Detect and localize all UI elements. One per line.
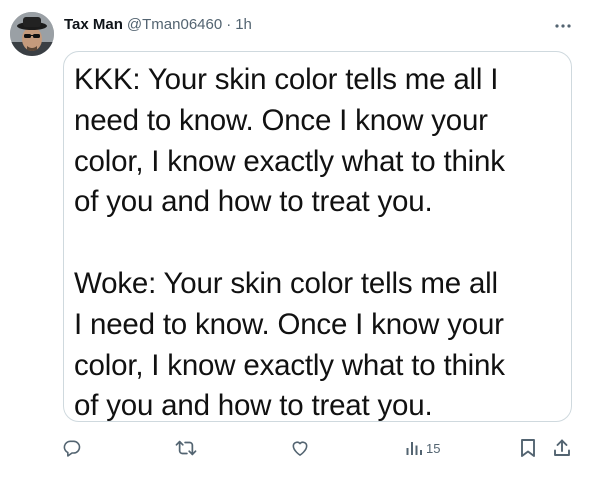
repost-button[interactable] <box>175 436 197 460</box>
image-text-line: need to know. Once I know your <box>74 103 488 137</box>
image-text-line: KKK: Your skin color tells me all I <box>74 63 499 96</box>
tweet-header: Tax Man @Tman06460 · 1h <box>64 14 252 34</box>
image-text: KKK: Your skin color tells me all I need… <box>74 60 564 422</box>
image-text-line: color, I know exactly what to think <box>74 144 505 178</box>
separator-dot: · <box>226 15 232 33</box>
user-handle[interactable]: @Tman06460 <box>127 16 222 33</box>
timestamp[interactable]: 1h <box>235 16 252 33</box>
share-button[interactable] <box>552 436 572 460</box>
heart-icon <box>290 438 310 458</box>
views-count: 15 <box>426 440 441 456</box>
like-button[interactable] <box>290 436 310 460</box>
post-image[interactable]: KKK: Your skin color tells me all I need… <box>63 51 572 422</box>
avatar[interactable] <box>10 12 54 56</box>
reply-icon <box>62 438 82 458</box>
more-button[interactable] <box>546 11 580 39</box>
image-text-line: of you and how to treat you. <box>74 185 433 219</box>
repost-icon <box>175 438 197 458</box>
share-icon <box>552 438 572 458</box>
image-text-line: Woke: Your skin color tells me all <box>74 266 498 300</box>
bookmark-icon <box>519 438 537 458</box>
reply-button[interactable] <box>62 436 82 460</box>
image-text-line: I need to know. Once I know your <box>74 307 504 341</box>
tweet[interactable]: Tax Man @Tman06460 · 1h KKK: Your skin c… <box>0 0 592 486</box>
views-button[interactable]: 15 <box>405 436 440 460</box>
bookmark-button[interactable] <box>519 436 537 460</box>
image-text-line: of you and how to treat you. <box>74 389 433 422</box>
display-name[interactable]: Tax Man <box>64 16 123 33</box>
views-icon <box>405 439 423 457</box>
action-bar: 15 <box>0 436 592 460</box>
more-icon <box>554 16 572 34</box>
image-text-line: color, I know exactly what to think <box>74 348 505 382</box>
